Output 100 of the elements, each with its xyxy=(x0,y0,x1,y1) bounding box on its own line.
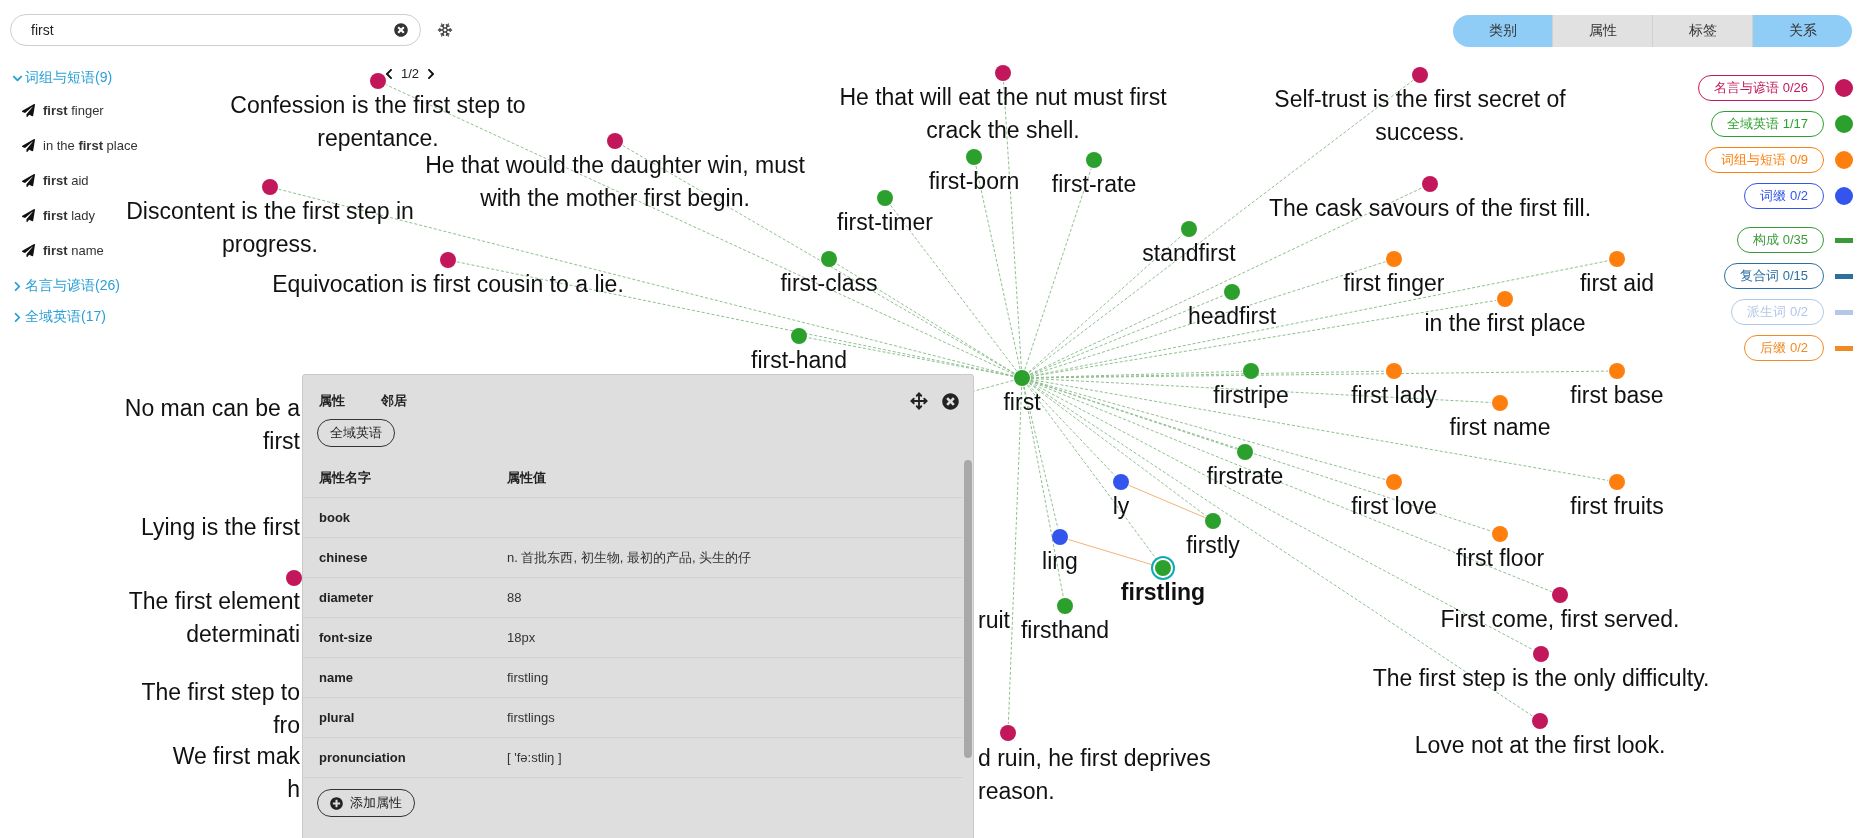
node-dot[interactable] xyxy=(1086,152,1102,168)
node-dot[interactable] xyxy=(262,179,278,195)
chevron-right-icon xyxy=(12,311,23,323)
node-label: standfirst xyxy=(1142,240,1236,266)
panel-tab[interactable]: 邻居 xyxy=(381,392,407,410)
node-dot[interactable] xyxy=(1205,513,1221,529)
node-dot[interactable] xyxy=(1243,363,1259,379)
page-indicator: 1/2 xyxy=(401,66,420,81)
legend-filter[interactable]: 全域英语 1/17 xyxy=(1711,111,1824,137)
node-label: The first element determinati xyxy=(128,588,300,647)
node-label: Equivocation is first cousin to a lie. xyxy=(272,271,624,297)
node-dot[interactable] xyxy=(1113,474,1129,490)
scrollbar-thumb[interactable] xyxy=(964,460,972,758)
node-dot[interactable] xyxy=(995,65,1011,81)
node-label: first lady xyxy=(1351,382,1437,408)
legend-filter[interactable]: 复合词 0/15 xyxy=(1724,263,1824,289)
property-name: chinese xyxy=(319,550,369,565)
node-dot[interactable] xyxy=(1497,291,1513,307)
clear-icon[interactable] xyxy=(394,23,408,37)
node-label: headfirst xyxy=(1187,303,1277,329)
node-label: first aid xyxy=(1579,270,1655,296)
node-label: first-class xyxy=(780,270,878,296)
column-header: 属性名字 xyxy=(319,468,372,487)
node-dot[interactable] xyxy=(607,133,623,149)
node-dot[interactable] xyxy=(1552,587,1568,603)
node-dot[interactable] xyxy=(1237,444,1253,460)
node-dot[interactable] xyxy=(1422,176,1438,192)
property-value: firstling xyxy=(507,670,550,685)
node-dot[interactable] xyxy=(791,328,807,344)
paper-plane-icon xyxy=(22,139,35,152)
property-value: firstlings xyxy=(507,710,556,725)
node-label: first love xyxy=(1351,493,1437,519)
node-dot[interactable] xyxy=(966,149,982,165)
tree-item[interactable]: first finger xyxy=(43,103,104,118)
node-label: in the first place xyxy=(1424,310,1586,336)
node-label: No man can be a first xyxy=(124,395,300,454)
node-dot[interactable] xyxy=(1609,251,1625,267)
view-tab[interactable]: 属性 xyxy=(1552,15,1652,47)
node-dot[interactable] xyxy=(1181,221,1197,237)
node-dot[interactable] xyxy=(1492,526,1508,542)
previous-icon[interactable] xyxy=(383,67,395,80)
tree-item[interactable]: in the first place xyxy=(43,138,138,153)
node-dot[interactable] xyxy=(1386,363,1402,379)
node-label: He that will eat the nut must first crack the shell. xyxy=(839,84,1167,143)
property-name: book xyxy=(319,510,352,525)
search-input[interactable]: first xyxy=(29,21,394,39)
legend-filter[interactable]: 构成 0/35 xyxy=(1737,227,1824,253)
node-dot[interactable] xyxy=(1386,251,1402,267)
snowflake-icon[interactable] xyxy=(437,22,453,38)
node-dot[interactable] xyxy=(1155,560,1171,576)
property-name: pronunciation xyxy=(319,750,407,765)
node-label: The first step is the only difficulty. xyxy=(1372,665,1710,691)
node-label: The first step to fro xyxy=(141,679,300,738)
node-dot[interactable] xyxy=(286,570,302,586)
group-label: 全域英语(17) xyxy=(25,308,106,326)
group-label: 名言与谚语(26) xyxy=(25,277,120,295)
legend-filter[interactable]: 名言与谚语 0/26 xyxy=(1698,75,1824,101)
node-dot[interactable] xyxy=(1492,395,1508,411)
property-value: 88 xyxy=(507,590,523,605)
panel-tab[interactable]: 属性 xyxy=(319,392,345,410)
node-label: ling xyxy=(1042,548,1078,574)
node-dot[interactable] xyxy=(1533,646,1549,662)
property-value: [ 'fə:stliŋ ] xyxy=(507,750,563,765)
close-icon[interactable] xyxy=(942,392,959,410)
node-label: Confession is the first step to repentance. xyxy=(230,92,526,151)
paper-plane-icon xyxy=(22,104,35,117)
paper-plane-icon xyxy=(22,174,35,187)
node-dot[interactable] xyxy=(1000,725,1016,741)
node-dot[interactable] xyxy=(1052,529,1068,545)
search-field[interactable]: first xyxy=(10,14,421,46)
tree-item[interactable]: first lady xyxy=(43,208,96,223)
paper-plane-icon xyxy=(22,209,35,222)
group-label: 词组与短语(9) xyxy=(25,69,113,87)
node-label: The cask savours of the first fill. xyxy=(1268,195,1592,221)
node-dot[interactable] xyxy=(1412,67,1428,83)
plus-icon xyxy=(330,796,343,810)
view-tab[interactable]: 类别 xyxy=(1453,15,1552,47)
node-label: First come, first served. xyxy=(1440,606,1680,632)
node-dot[interactable] xyxy=(1609,474,1625,490)
node-dot[interactable] xyxy=(1224,284,1240,300)
move-icon[interactable] xyxy=(910,392,928,410)
tree-item[interactable]: first name xyxy=(43,243,104,258)
legend-filter[interactable]: 词缀 0/2 xyxy=(1744,183,1824,209)
view-tab[interactable]: 标签 xyxy=(1652,15,1752,47)
node-label: firstripe xyxy=(1213,382,1289,408)
node-label: firstly xyxy=(1186,532,1240,558)
tree-item[interactable]: first aid xyxy=(43,173,89,188)
node-dot[interactable] xyxy=(1386,474,1402,490)
node-dot[interactable] xyxy=(1532,713,1548,729)
property-name: plural xyxy=(319,710,356,725)
node-dot[interactable] xyxy=(1014,370,1030,386)
node-dot[interactable] xyxy=(1057,598,1073,614)
node-dot[interactable] xyxy=(370,73,386,89)
node-dot[interactable] xyxy=(821,251,837,267)
node-dot[interactable] xyxy=(877,190,893,206)
view-tab[interactable]: 关系 xyxy=(1752,15,1852,47)
paper-plane-icon xyxy=(22,244,35,257)
node-label: first xyxy=(1003,389,1041,415)
node-dot[interactable] xyxy=(1609,363,1625,379)
node-dot[interactable] xyxy=(440,252,456,268)
